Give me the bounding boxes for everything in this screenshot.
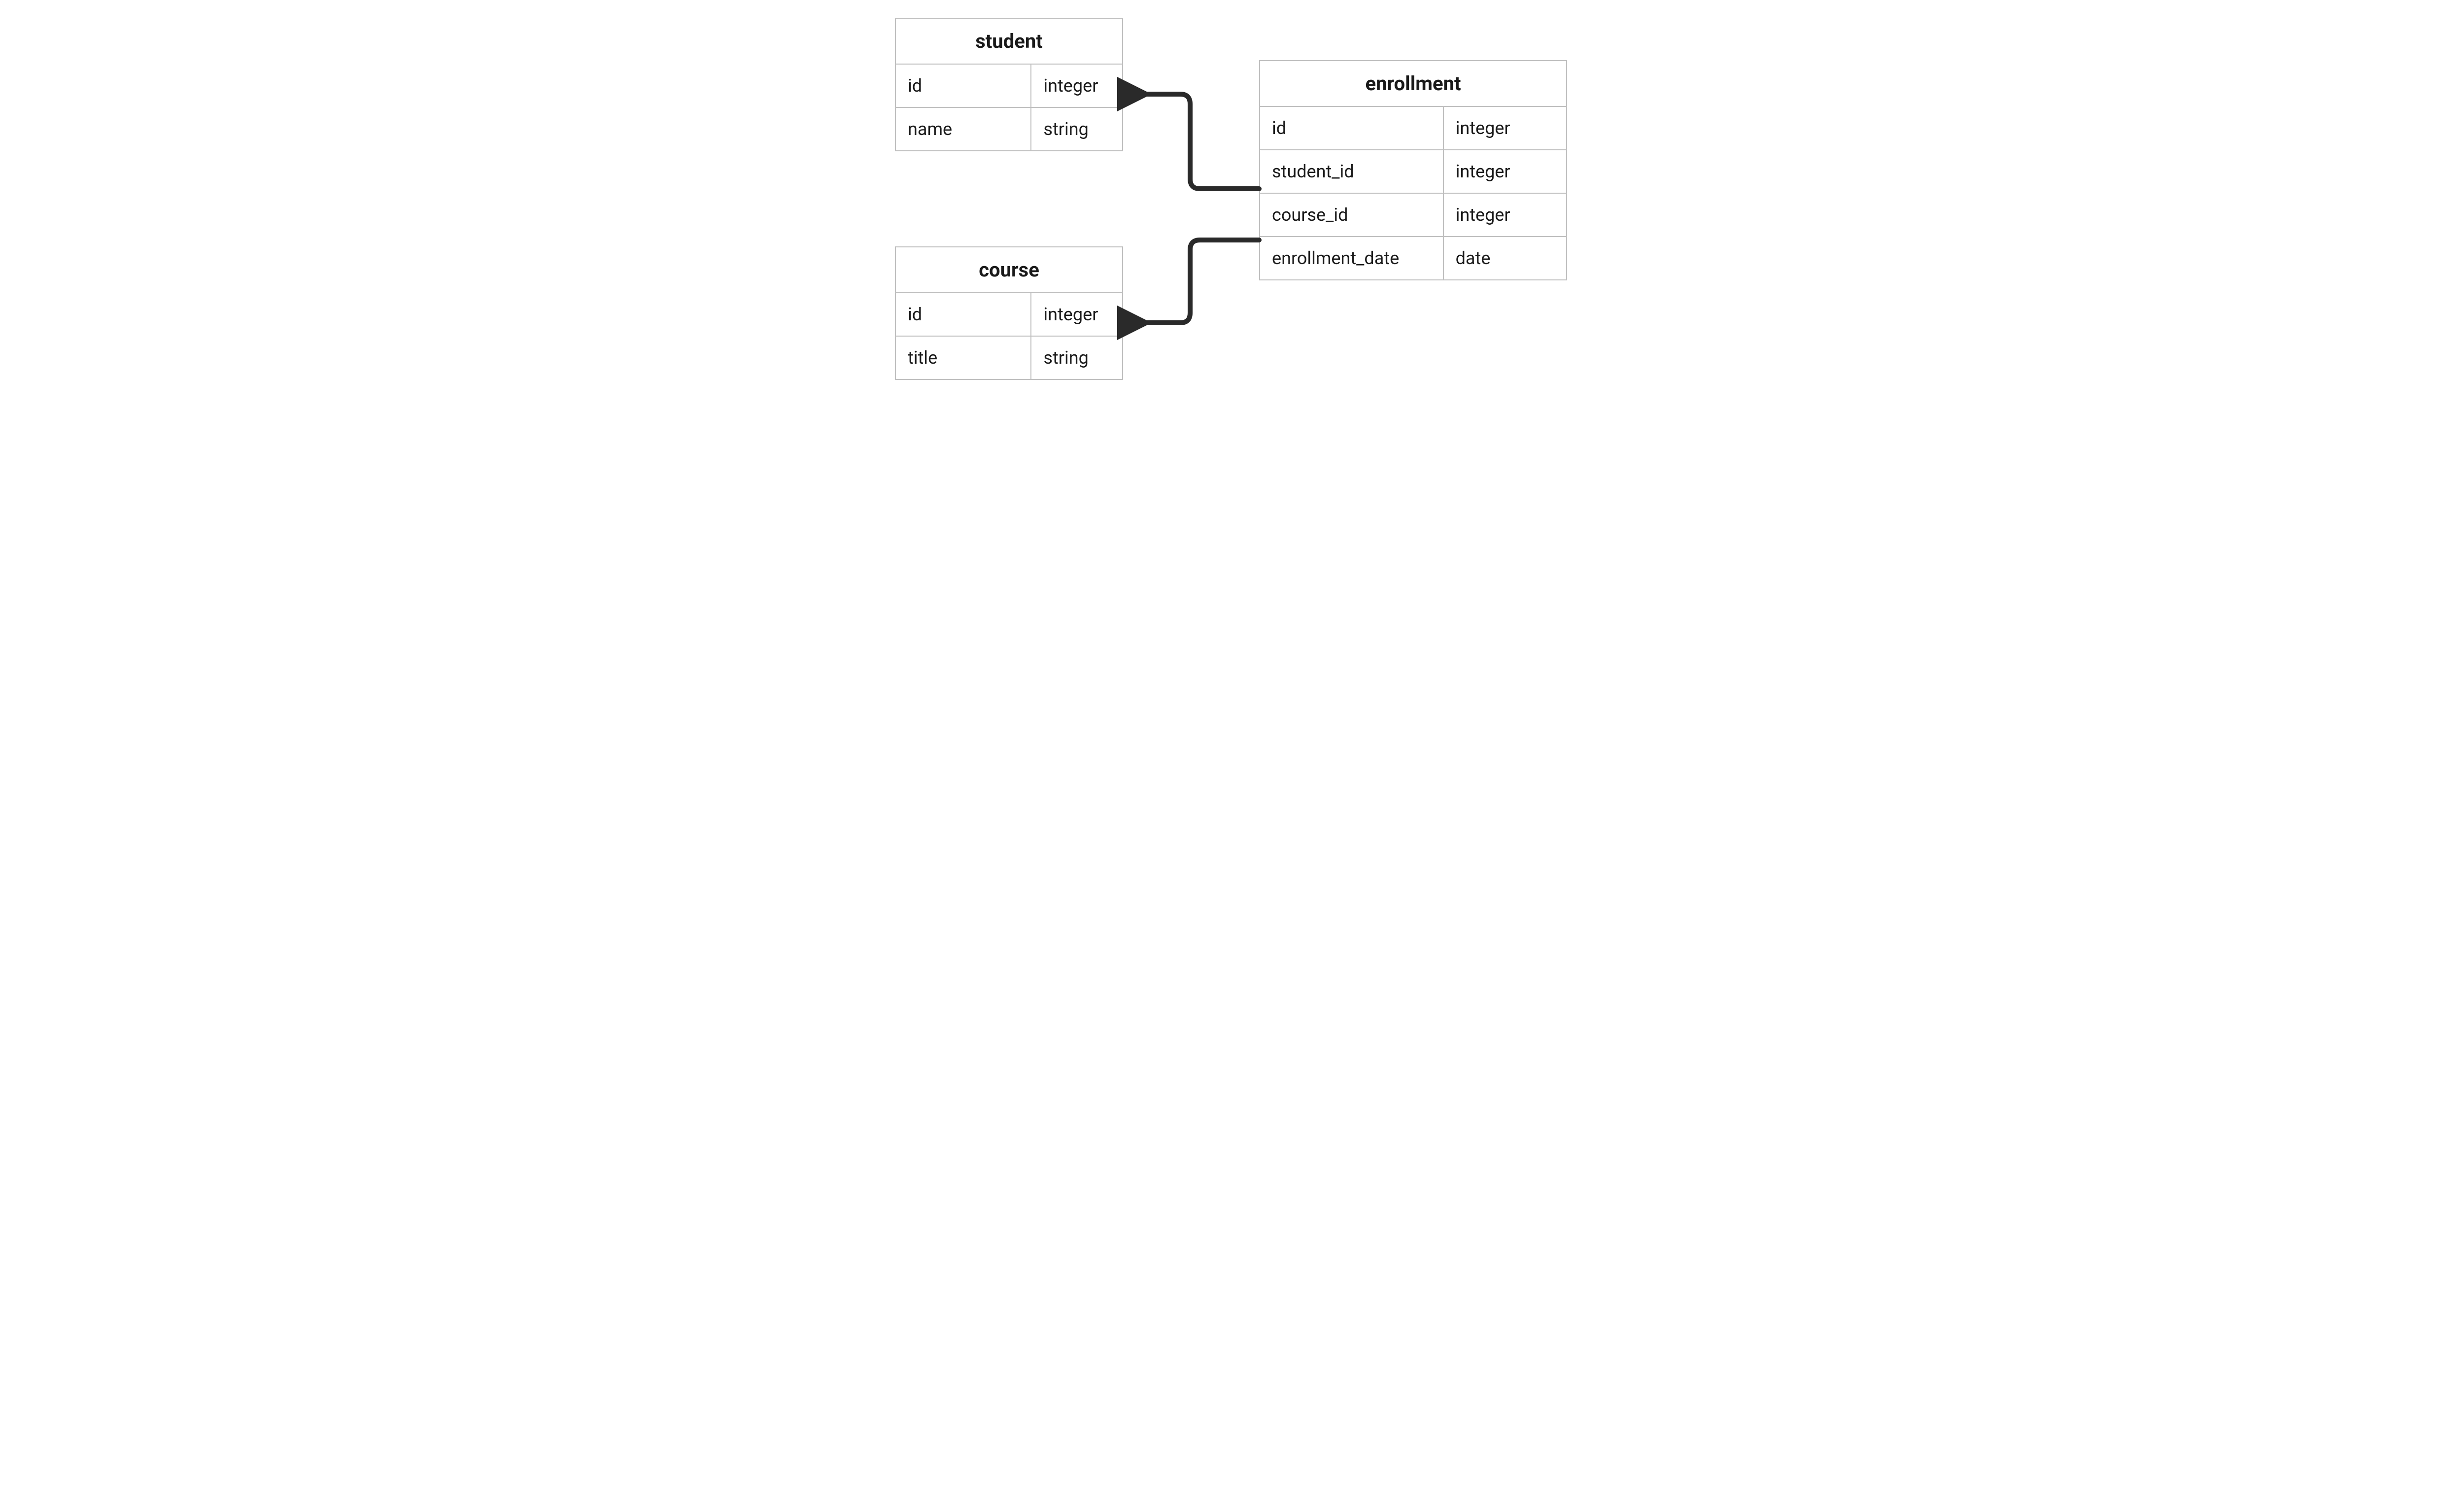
entity-course-col-type-0: integer	[1031, 293, 1122, 336]
entity-course: course id integer title string	[895, 246, 1123, 380]
entity-enrollment: enrollment id integer student_id integer…	[1259, 60, 1567, 280]
entity-enrollment-row-2: course_id integer	[1260, 193, 1566, 236]
entity-enrollment-col-type-0: integer	[1444, 107, 1566, 149]
entity-course-col-name-1: title	[896, 337, 1031, 379]
entity-enrollment-col-name-1: student_id	[1260, 150, 1444, 193]
entity-course-row-0: id integer	[896, 293, 1122, 336]
entity-enrollment-row-3: enrollment_date date	[1260, 236, 1566, 279]
entity-course-body: id integer title string	[896, 293, 1122, 379]
entity-student-col-name-1: name	[896, 108, 1031, 150]
entity-enrollment-col-type-1: integer	[1444, 150, 1566, 193]
entity-student-title: student	[896, 19, 1122, 65]
entity-enrollment-body: id integer student_id integer course_id …	[1260, 107, 1566, 279]
entity-student-col-type-1: string	[1031, 108, 1122, 150]
connector-course-id	[1137, 240, 1259, 323]
entity-enrollment-col-name-0: id	[1260, 107, 1444, 149]
entity-enrollment-row-1: student_id integer	[1260, 149, 1566, 193]
entity-course-col-name-0: id	[896, 293, 1031, 336]
entity-course-title: course	[896, 247, 1122, 293]
entity-enrollment-col-type-3: date	[1444, 237, 1566, 279]
entity-enrollment-title: enrollment	[1260, 61, 1566, 107]
entity-enrollment-row-0: id integer	[1260, 107, 1566, 149]
entity-student-col-type-0: integer	[1031, 65, 1122, 107]
entity-student: student id integer name string	[895, 18, 1123, 151]
entity-enrollment-col-name-2: course_id	[1260, 194, 1444, 236]
entity-student-col-name-0: id	[896, 65, 1031, 107]
entity-student-body: id integer name string	[896, 65, 1122, 150]
entity-student-row-0: id integer	[896, 65, 1122, 107]
entity-enrollment-col-type-2: integer	[1444, 194, 1566, 236]
entity-enrollment-col-name-3: enrollment_date	[1260, 237, 1444, 279]
er-diagram-canvas: student id integer name string course id…	[877, 0, 1587, 414]
connector-student-id	[1137, 94, 1259, 189]
entity-course-col-type-1: string	[1031, 337, 1122, 379]
entity-student-row-1: name string	[896, 107, 1122, 150]
entity-course-row-1: title string	[896, 336, 1122, 379]
